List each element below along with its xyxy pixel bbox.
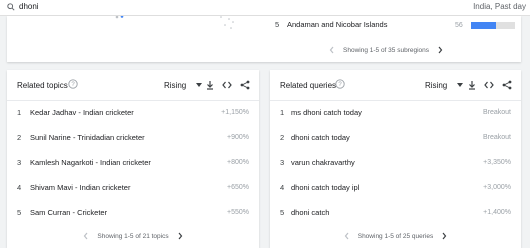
item-label[interactable]: ms dhoni catch today [291, 108, 362, 117]
item-rank: 1 [280, 108, 285, 117]
embed-icon[interactable] [222, 80, 232, 90]
item-rank: 4 [17, 183, 22, 192]
item-value: +3,350% [483, 159, 511, 166]
subregion-pager: Showing 1-5 of 35 subregions [329, 45, 443, 55]
item-value: +1,400% [483, 209, 511, 216]
chevron-left-icon[interactable] [329, 46, 335, 54]
related-topics-header: Related topics ? Rising [7, 70, 259, 101]
item-value: Breakout [482, 134, 511, 141]
embed-icon[interactable] [484, 80, 494, 90]
subregion-pager-text: Showing 1-5 of 35 subregions [343, 46, 430, 54]
share-icon[interactable] [502, 80, 512, 90]
search-icon [7, 3, 15, 11]
item-label[interactable]: dhoni catch today ipl [291, 183, 359, 192]
map-fragment [115, 16, 234, 29]
related-queries-header: Related queries ? Rising [270, 70, 521, 101]
item-label[interactable]: dhoni catch [291, 208, 329, 217]
chevron-right-icon[interactable] [441, 232, 447, 240]
item-rank: 3 [280, 158, 285, 167]
dropdown-arrow-icon[interactable] [195, 82, 203, 88]
share-icon[interactable] [240, 80, 250, 90]
search-bar[interactable]: dhoni India, Past day [0, 0, 530, 16]
topics-filter-select[interactable]: Rising [164, 81, 186, 90]
subregion-rank: 5 [275, 20, 280, 29]
item-label[interactable]: Sunil Narine - Trinidadian cricketer [30, 133, 145, 142]
item-rank: 2 [280, 133, 285, 142]
list-item[interactable]: 3 Kamlesh Nagarkoti - Indian cricketer +80… [7, 150, 259, 175]
item-value: +1,150% [221, 109, 249, 116]
topics-pager-text: Showing 1-5 of 21 topics [97, 232, 169, 240]
chevron-right-icon[interactable] [177, 232, 183, 240]
download-icon[interactable] [205, 80, 215, 90]
item-rank: 3 [17, 158, 22, 167]
related-queries-title: Related queries [280, 81, 337, 90]
subregion-bar-fill [471, 22, 496, 29]
item-label[interactable]: Kamlesh Nagarkoti - Indian cricketer [30, 158, 151, 167]
queries-filter-select[interactable]: Rising [425, 81, 447, 90]
queries-pager: Showing 1-5 of 25 queries [270, 231, 521, 241]
chevron-left-icon[interactable] [83, 232, 89, 240]
search-meta: India, Past day [473, 2, 526, 11]
list-item[interactable]: 1 Kedar Jadhav - Indian cricketer +1,150% [7, 100, 259, 125]
item-rank: 5 [17, 208, 22, 217]
item-label[interactable]: Kedar Jadhav - Indian cricketer [30, 108, 134, 117]
svg-text:?: ? [338, 82, 342, 88]
chevron-right-icon[interactable] [437, 46, 443, 54]
item-label[interactable]: Shivam Mavi - Indian cricketer [30, 183, 130, 192]
list-item[interactable]: 3 varun chakravarthy +3,350% [270, 150, 521, 175]
download-icon[interactable] [467, 80, 477, 90]
search-query[interactable]: dhoni [19, 2, 39, 11]
dropdown-arrow-icon[interactable] [456, 82, 464, 88]
item-rank: 4 [280, 183, 285, 192]
queries-pager-text: Showing 1-5 of 25 queries [357, 232, 434, 240]
subregion-value: 56 [455, 22, 463, 29]
related-topics-card: Related topics ? Rising 1 Kedar Jadhav - … [7, 70, 259, 248]
help-icon[interactable]: ? [335, 79, 345, 89]
item-label[interactable]: varun chakravarthy [291, 158, 355, 167]
item-label[interactable]: dhoni catch today [291, 133, 350, 142]
topics-pager: Showing 1-5 of 21 topics [7, 231, 259, 241]
item-label[interactable]: Sam Curran - Cricketer [30, 208, 107, 217]
list-item[interactable]: 5 Sam Curran - Cricketer +550% [7, 200, 259, 225]
item-value: +650% [227, 184, 249, 191]
svg-text:?: ? [71, 82, 75, 88]
list-item[interactable]: 2 dhoni catch today Breakout [270, 125, 521, 150]
list-item[interactable]: 5 dhoni catch +1,400% [270, 200, 521, 225]
related-topics-list: 1 Kedar Jadhav - Indian cricketer +1,150% … [7, 100, 259, 225]
list-item[interactable]: 4 dhoni catch today ipl +3,000% [270, 175, 521, 200]
item-value: +3,000% [483, 184, 511, 191]
list-item[interactable]: 2 Sunil Narine - Trinidadian cricketer +90… [7, 125, 259, 150]
subregion-bar [471, 22, 515, 29]
item-value: +900% [227, 134, 249, 141]
item-value: +550% [227, 209, 249, 216]
help-icon[interactable]: ? [68, 79, 78, 89]
list-item[interactable]: 4 Shivam Mavi - Indian cricketer +650% [7, 175, 259, 200]
related-topics-title: Related topics [17, 81, 68, 90]
related-queries-list: 1 ms dhoni catch today Breakout 2 dhoni cat… [270, 100, 521, 225]
related-queries-card: Related queries ? Rising 1 ms dhoni catch… [270, 70, 521, 248]
item-value: Breakout [482, 109, 511, 116]
subregion-card: 5 Andaman and Nicobar Islands 56 Showing… [7, 16, 521, 62]
item-rank: 2 [17, 133, 22, 142]
item-rank: 1 [17, 108, 22, 117]
subregion-label[interactable]: Andaman and Nicobar Islands [287, 20, 387, 29]
chevron-left-icon[interactable] [344, 232, 350, 240]
item-value: +800% [227, 159, 249, 166]
item-rank: 5 [280, 208, 285, 217]
list-item[interactable]: 1 ms dhoni catch today Breakout [270, 100, 521, 125]
